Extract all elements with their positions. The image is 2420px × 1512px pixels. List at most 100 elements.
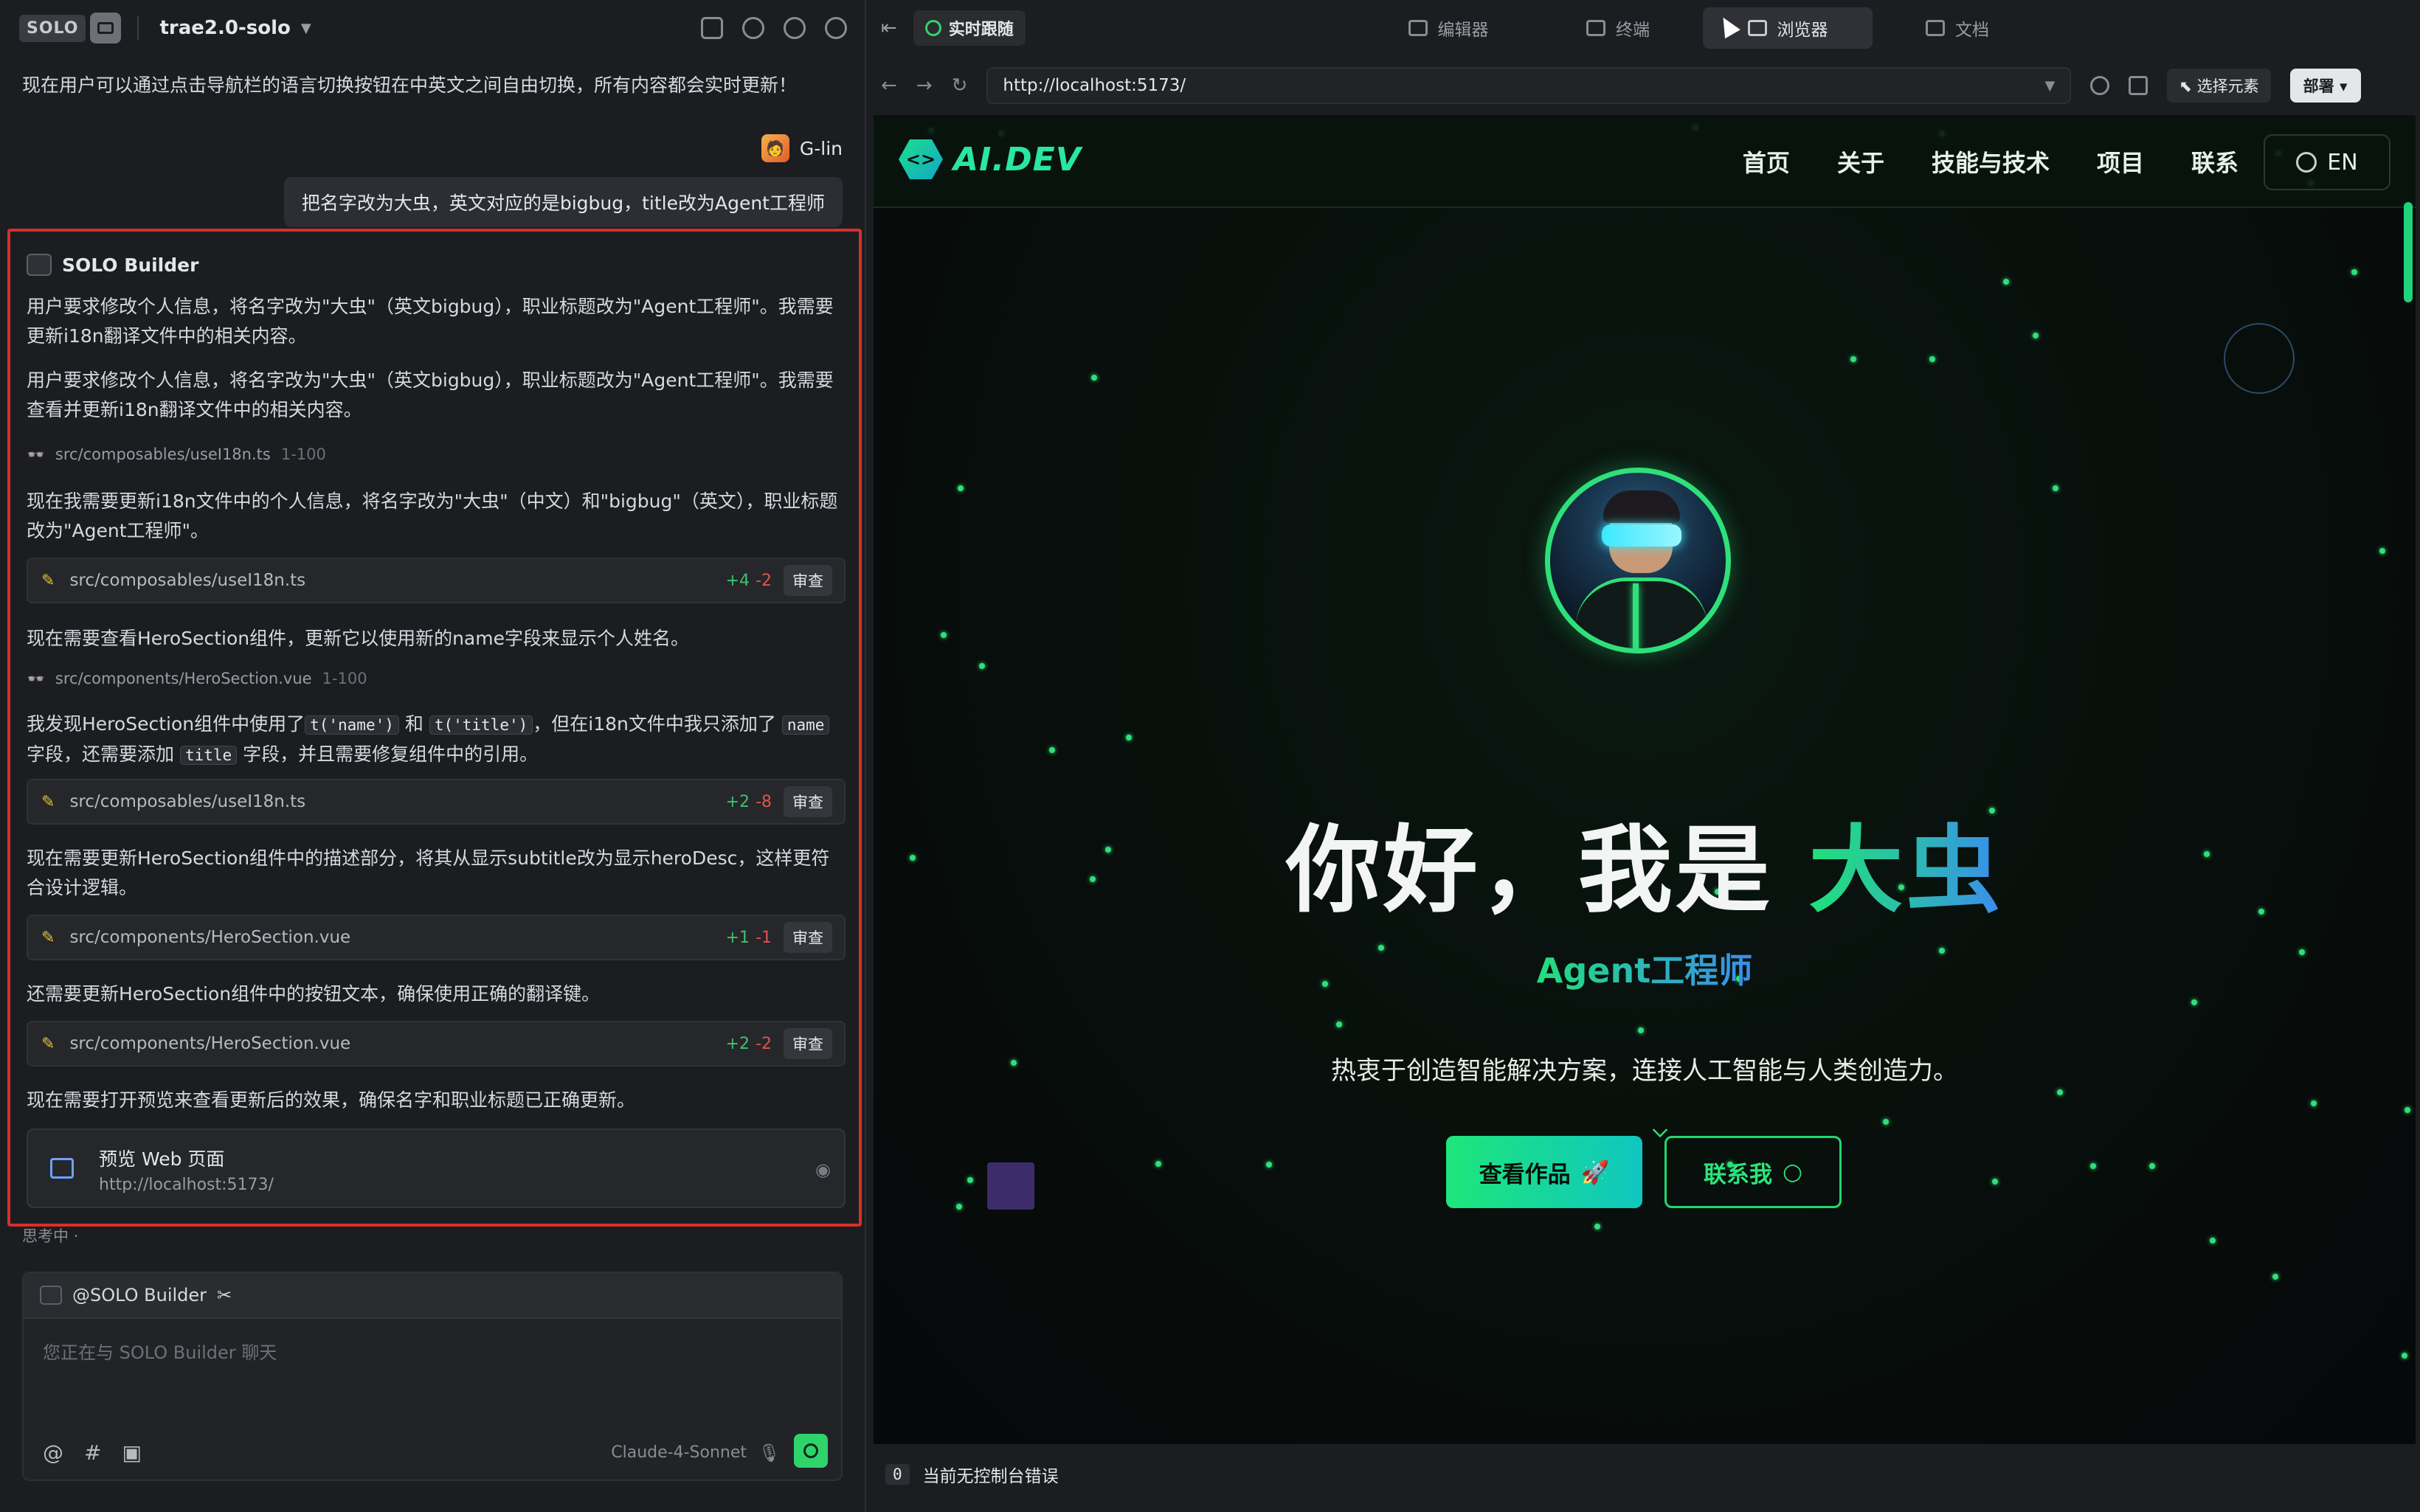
diff-del: -2 bbox=[756, 1034, 772, 1053]
collapse-panel-icon[interactable]: ⇤ bbox=[881, 17, 897, 39]
review-button[interactable]: 审查 bbox=[784, 565, 832, 596]
browser-scrollbar[interactable] bbox=[2404, 202, 2413, 302]
star-dot bbox=[1090, 374, 1097, 381]
hero-role-text: Agent工程师 bbox=[1536, 951, 1753, 991]
builder-icon bbox=[27, 254, 52, 276]
chevron-down-icon[interactable]: ▼ bbox=[2045, 78, 2056, 94]
view-works-button[interactable]: 查看作品 🚀 bbox=[1446, 1136, 1642, 1208]
edit-file-3[interactable]: ✎ src/components/HeroSection.vue +1 -1 审查 bbox=[27, 915, 846, 960]
star-dot bbox=[1048, 747, 1055, 753]
eye-icon[interactable]: ◉ bbox=[815, 1159, 831, 1180]
avatar-body bbox=[1575, 578, 1708, 648]
text-segment: 我发现HeroSection组件中使用了 bbox=[27, 713, 305, 735]
site-logo[interactable]: <> AI.DEV bbox=[899, 137, 1082, 181]
gear-icon[interactable] bbox=[784, 17, 806, 39]
inline-code: t('name') bbox=[305, 715, 399, 735]
history-icon[interactable] bbox=[742, 17, 764, 39]
builder-paragraph-6: 现在需要更新HeroSection组件中的描述部分，将其从显示subtitle改… bbox=[27, 847, 830, 898]
pencil-icon: ✎ bbox=[41, 792, 55, 811]
review-button[interactable]: 审查 bbox=[784, 786, 832, 817]
user-header: 🧑 G-lin bbox=[761, 134, 843, 162]
tools-icon[interactable]: ✂ bbox=[217, 1285, 232, 1305]
edit-file-1[interactable]: ✎ src/composables/useI18n.ts +4 -2 审查 bbox=[27, 558, 846, 603]
code-icon bbox=[1408, 20, 1428, 36]
contact-me-label: 联系我 bbox=[1703, 1161, 1772, 1188]
divider bbox=[137, 16, 139, 40]
star-dot bbox=[978, 663, 985, 669]
edit-file-4[interactable]: ✎ src/components/HeroSection.vue +2 -2 审查 bbox=[27, 1021, 846, 1067]
preview-web-card[interactable]: 预览 Web 页面 http://localhost:5173/ ◉ bbox=[27, 1128, 846, 1208]
star-dot bbox=[2310, 1100, 2317, 1106]
star-dot bbox=[967, 1177, 974, 1184]
builder-paragraph-3: 现在我需要更新i18n文件中的个人信息，将名字改为"大虫"（中文）和"bigbu… bbox=[27, 490, 838, 541]
console-error-count: 0 bbox=[885, 1464, 910, 1485]
star-dot bbox=[1594, 1224, 1600, 1230]
avatar-visor bbox=[1602, 524, 1681, 547]
diff-del: -2 bbox=[756, 571, 772, 590]
tab-terminal[interactable]: 终端 bbox=[1533, 7, 1703, 49]
nav-home[interactable]: 首页 bbox=[1743, 145, 1790, 178]
app-window: SOLO trae2.0-solo ▼ 现在用户可以通过点击导航栏的语言切换按钮… bbox=[0, 0, 2420, 1512]
diff-stats: +1 -1 bbox=[726, 929, 772, 947]
url-text: http://localhost:5173/ bbox=[1003, 76, 1186, 95]
profile-avatar bbox=[1545, 468, 1731, 653]
account-icon[interactable] bbox=[825, 17, 847, 39]
live-follow-toggle[interactable]: 实时跟随 bbox=[913, 10, 1026, 46]
image-icon[interactable]: ▣ bbox=[122, 1440, 141, 1465]
project-name: trae2.0-solo bbox=[159, 17, 291, 39]
send-button[interactable] bbox=[794, 1434, 828, 1468]
edit-file-2[interactable]: ✎ src/composables/useI18n.ts +2 -8 审查 bbox=[27, 779, 846, 825]
tab-docs[interactable]: 文档 bbox=[1873, 7, 2042, 49]
model-selector[interactable]: Claude-4-Sonnet bbox=[611, 1443, 747, 1462]
reload-icon[interactable]: ↻ bbox=[952, 74, 968, 97]
builder-paragraph-8: 现在需要打开预览来查看更新后的效果，确保名字和职业标题已正确更新。 bbox=[27, 1089, 636, 1111]
tab-editor[interactable]: 编辑器 bbox=[1363, 7, 1533, 49]
thinking-status: 思考中 · bbox=[22, 1227, 79, 1245]
url-input[interactable]: http://localhost:5173/ ▼ bbox=[986, 67, 2072, 104]
review-button[interactable]: 审查 bbox=[784, 1028, 832, 1059]
star-dot bbox=[958, 485, 964, 491]
target-icon[interactable] bbox=[2090, 76, 2110, 95]
star-dot bbox=[2033, 332, 2039, 339]
inline-code: name bbox=[781, 715, 830, 735]
hero-greeting: 你好，我是 bbox=[1285, 816, 1809, 926]
agent-mention[interactable]: @SOLO Builder bbox=[72, 1285, 207, 1305]
microphone-icon[interactable]: 🎙 bbox=[758, 1443, 781, 1463]
deploy-button[interactable]: 部署 ▾ bbox=[2289, 69, 2361, 103]
language-toggle[interactable]: EN bbox=[2264, 134, 2390, 190]
project-selector[interactable]: trae2.0-solo ▼ bbox=[159, 17, 311, 39]
chat-bubble-icon: ○ bbox=[1782, 1159, 1803, 1185]
chevron-down-icon bbox=[1652, 1122, 1668, 1138]
contact-me-button[interactable]: 联系我 ○ bbox=[1664, 1136, 1842, 1208]
select-element-button[interactable]: ⬉ 选择元素 bbox=[2167, 69, 2271, 103]
review-button[interactable]: 审查 bbox=[784, 922, 832, 953]
text-segment: 字段，还需要添加 bbox=[27, 743, 175, 765]
workspace-tabbar: ⇤ 实时跟随 编辑器 终端 浏览器 文档 bbox=[868, 0, 2420, 56]
rocket-icon: 🚀 bbox=[1580, 1159, 1610, 1186]
nav-projects[interactable]: 项目 bbox=[2097, 145, 2144, 178]
text-segment: ，但在i18n文件中我只添加了 bbox=[533, 713, 776, 735]
nav-about[interactable]: 关于 bbox=[1837, 145, 1884, 178]
read-file-2[interactable]: 👓 src/components/HeroSection.vue 1-100 bbox=[27, 670, 367, 687]
workspace-panel: ⇤ 实时跟随 编辑器 终端 浏览器 文档 ← → ↻ http://localh… bbox=[868, 0, 2420, 1512]
device-icon[interactable] bbox=[2129, 76, 2148, 95]
nav-contact[interactable]: 联系 bbox=[2191, 145, 2238, 178]
builder-title: SOLO Builder bbox=[62, 254, 199, 276]
nav-skills[interactable]: 技能与技术 bbox=[1932, 145, 2050, 178]
chat-composer: @SOLO Builder ✂ 您正在与 SOLO Builder 聊天 @ #… bbox=[22, 1272, 843, 1481]
chat-input[interactable]: 您正在与 SOLO Builder 聊天 bbox=[43, 1338, 277, 1364]
forward-arrow-icon[interactable]: → bbox=[916, 74, 933, 97]
star-dot bbox=[2379, 548, 2385, 555]
site-menu: 首页 关于 技能与技术 项目 联系 bbox=[1743, 145, 2238, 178]
builder-paragraph-7: 还需要更新HeroSection组件中的按钮文本，确保使用正确的翻译键。 bbox=[27, 983, 601, 1005]
back-arrow-icon[interactable]: ← bbox=[881, 74, 897, 97]
add-chat-icon[interactable] bbox=[701, 17, 723, 39]
hero-description: 热衷于创造智能解决方案，连接人工智能与人类创造力。 bbox=[1331, 1056, 1958, 1086]
star-dot bbox=[1126, 734, 1132, 741]
edit-file-path: src/components/HeroSection.vue bbox=[69, 1034, 351, 1053]
star-dot bbox=[1336, 1022, 1342, 1028]
read-file-1[interactable]: 👓 src/composables/useI18n.ts 1-100 bbox=[27, 445, 326, 463]
hash-context-icon[interactable]: # bbox=[84, 1440, 101, 1465]
at-mention-icon[interactable]: @ bbox=[43, 1440, 63, 1465]
browser-window-icon bbox=[50, 1158, 74, 1179]
